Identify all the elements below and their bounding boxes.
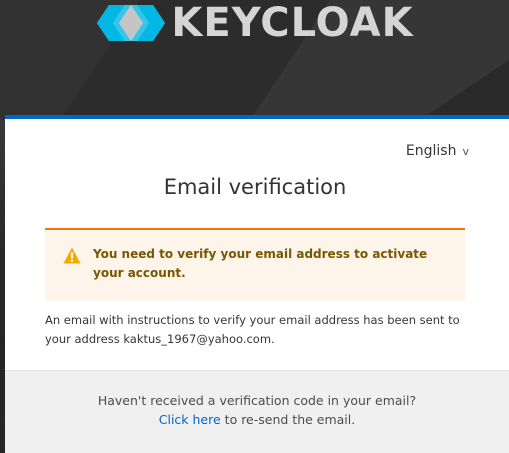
keycloak-logo-icon [97,5,166,41]
warning-icon [63,247,81,264]
chevron-down-icon: v [462,144,469,158]
keycloak-logo-text: KEYCLOAK [171,0,414,46]
resend-question: Haven't received a verification code in … [97,393,417,408]
verification-card: English v Email verification You need to… [5,115,509,453]
resend-line: Click here to re-send the email. [5,410,509,429]
header: KEYCLOAK [0,0,509,46]
language-label: English [405,143,457,159]
warning-alert: You need to verify your email address to… [45,228,465,301]
resend-footer: Haven't received a verification code in … [5,370,509,453]
instructions-text: An email with instructions to verify you… [45,313,460,346]
resend-link[interactable]: Click here [159,412,221,427]
language-selector[interactable]: English v [406,143,469,159]
alert-message: You need to verify your email address to… [93,247,428,280]
page-title: Email verification [163,175,347,199]
resend-after-link: to re-send the email. [224,412,356,427]
